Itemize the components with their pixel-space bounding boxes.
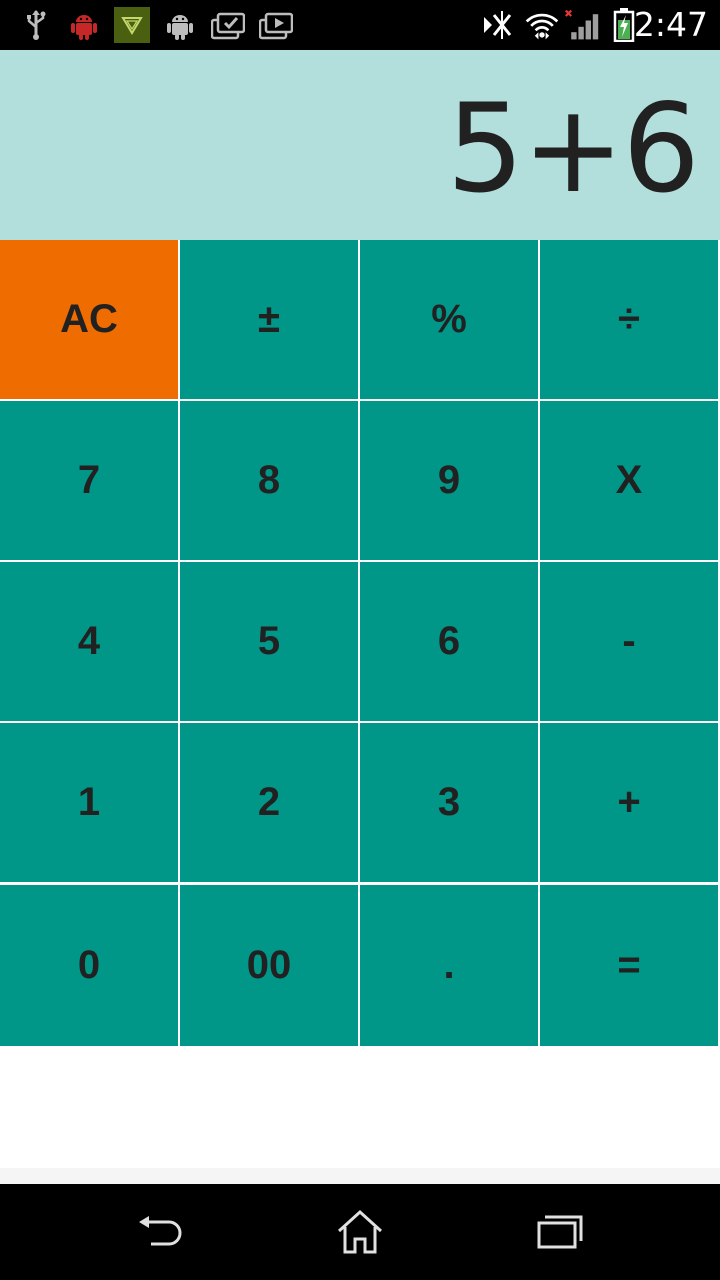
keypad: AC ± % ÷ 7 8 9 X 4 5 6 - 1 2 3 + 0 00 . … <box>0 240 720 1046</box>
display-expression: 5+6 <box>446 78 700 220</box>
divider <box>0 1168 720 1184</box>
briefcase-play-icon <box>258 7 294 43</box>
back-button[interactable] <box>100 1202 220 1262</box>
status-bar: 2:47 <box>0 0 720 50</box>
home-button[interactable] <box>300 1202 420 1262</box>
digit-7-button[interactable]: 7 <box>0 401 178 560</box>
digit-2-button[interactable]: 2 <box>180 723 358 882</box>
percent-button[interactable]: % <box>360 240 538 399</box>
recent-apps-icon <box>537 1215 583 1249</box>
empty-area <box>0 1046 720 1168</box>
digit-4-button[interactable]: 4 <box>0 562 178 721</box>
home-icon <box>337 1209 383 1254</box>
decimal-point-button[interactable]: . <box>360 885 538 1046</box>
navigation-bar <box>0 1184 720 1280</box>
app-notification-icon <box>114 7 150 43</box>
digit-6-button[interactable]: 6 <box>360 562 538 721</box>
digit-5-button[interactable]: 5 <box>180 562 358 721</box>
multiply-button[interactable]: X <box>540 401 718 560</box>
usb-icon <box>18 7 54 43</box>
digit-9-button[interactable]: 9 <box>360 401 538 560</box>
nfc-off-icon <box>480 7 516 43</box>
signal-icon <box>564 7 600 43</box>
calculator-display: 5+6 <box>0 50 720 240</box>
android-icon <box>162 7 198 43</box>
add-button[interactable]: + <box>540 723 718 882</box>
wifi-icon <box>524 7 560 43</box>
recent-apps-button[interactable] <box>500 1202 620 1262</box>
digit-1-button[interactable]: 1 <box>0 723 178 882</box>
android-debug-icon <box>66 7 102 43</box>
briefcase-check-icon <box>210 7 246 43</box>
clear-button[interactable]: AC <box>0 240 178 399</box>
status-time: 2:47 <box>633 5 708 44</box>
double-zero-button[interactable]: 00 <box>180 885 358 1046</box>
digit-3-button[interactable]: 3 <box>360 723 538 882</box>
digit-8-button[interactable]: 8 <box>180 401 358 560</box>
plus-minus-button[interactable]: ± <box>180 240 358 399</box>
subtract-button[interactable]: - <box>540 562 718 721</box>
digit-0-button[interactable]: 0 <box>0 885 178 1046</box>
equals-button[interactable]: = <box>540 885 718 1046</box>
back-icon <box>139 1216 182 1246</box>
divide-button[interactable]: ÷ <box>540 240 718 399</box>
